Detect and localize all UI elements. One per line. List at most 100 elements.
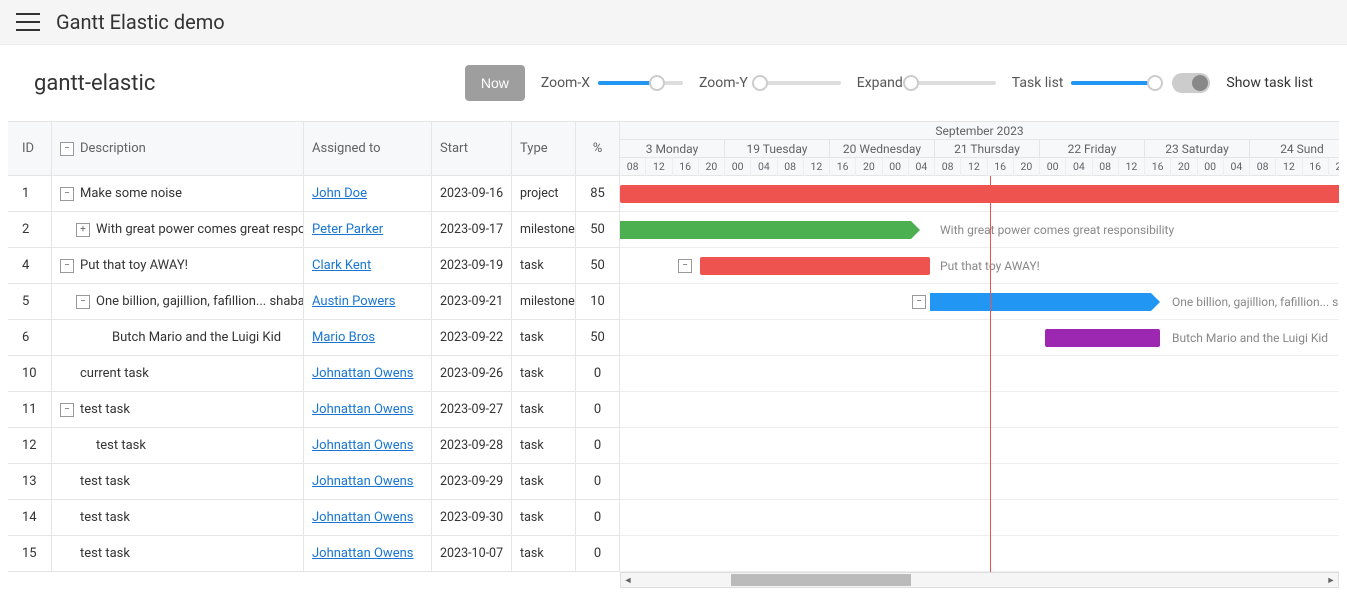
hour-tick: 20 <box>1014 158 1040 176</box>
tasklist-label: Task list <box>1012 75 1064 91</box>
task-type: task <box>512 536 576 571</box>
hour-tick: 16 <box>673 158 699 176</box>
assigned-link[interactable]: John Doe <box>312 186 367 201</box>
task-pct: 10 <box>576 284 620 319</box>
task-description: Put that toy AWAY! <box>80 258 188 273</box>
hour-tick: 12 <box>646 158 672 176</box>
hour-tick: 08 <box>1250 158 1276 176</box>
hour-tick: 20 <box>856 158 882 176</box>
gantt-bar[interactable] <box>930 293 1160 311</box>
hour-tick: 20 <box>699 158 725 176</box>
chart-expander[interactable]: − <box>678 259 692 273</box>
task-id: 6 <box>8 320 52 355</box>
show-tasklist-toggle[interactable] <box>1172 73 1210 93</box>
chart-row: −Put that toy AWAY! <box>620 248 1339 284</box>
table-row: 2+With great power comes great respo...P… <box>8 212 620 248</box>
scrollbar-thumb[interactable] <box>731 574 911 586</box>
show-tasklist-label: Show task list <box>1226 75 1313 91</box>
chart-row: − One billion, gajillion, fafillion... sh… <box>620 284 1339 320</box>
task-id: 10 <box>8 356 52 391</box>
chart-row <box>620 176 1339 212</box>
task-id: 12 <box>8 428 52 463</box>
horizontal-scrollbar[interactable]: ◄ ► <box>620 572 1339 588</box>
task-description: test task <box>96 438 146 453</box>
hour-tick: 00 <box>1040 158 1066 176</box>
row-expander[interactable]: − <box>60 259 74 273</box>
month-label: September 2023 <box>620 122 1339 140</box>
menu-icon[interactable] <box>16 13 40 31</box>
scroll-right-arrow[interactable]: ► <box>1324 573 1338 587</box>
hour-tick: 08 <box>935 158 961 176</box>
row-expander[interactable]: − <box>76 295 90 309</box>
task-pct: 0 <box>576 464 620 499</box>
table-row: 6 Butch Mario and the Luigi Kid Mario Bros… <box>8 320 620 356</box>
assigned-link[interactable]: Johnattan Owens <box>312 510 413 525</box>
col-assigned: Assigned to <box>304 122 432 175</box>
task-description: Butch Mario and the Luigi Kid <box>112 330 281 345</box>
task-type: task <box>512 500 576 535</box>
task-start: 2023-09-26 <box>432 356 512 391</box>
chart-expander[interactable]: − <box>912 295 926 309</box>
expand-slider[interactable] <box>911 81 996 85</box>
chart-row <box>620 536 1339 572</box>
gantt-bar[interactable] <box>620 185 1339 203</box>
task-pct: 0 <box>576 356 620 391</box>
hour-tick: 16 <box>830 158 856 176</box>
zoom-y-slider[interactable] <box>756 81 841 85</box>
task-pct: 50 <box>576 320 620 355</box>
row-expander[interactable]: − <box>60 403 74 417</box>
now-button[interactable]: Now <box>465 65 525 101</box>
tasklist-slider[interactable] <box>1071 81 1156 85</box>
task-id: 1 <box>8 176 52 211</box>
gantt-bar[interactable] <box>1045 329 1160 347</box>
col-description: Description <box>80 141 146 156</box>
hour-tick: 12 <box>804 158 830 176</box>
zoom-x-slider[interactable] <box>598 81 683 85</box>
task-description: current task <box>80 366 149 381</box>
col-pct: % <box>576 122 620 175</box>
assigned-link[interactable]: Johnattan Owens <box>312 474 413 489</box>
gantt-bar-label: Butch Mario and the Luigi Kid <box>1172 329 1328 347</box>
assigned-link[interactable]: Johnattan Owens <box>312 402 413 417</box>
table-row: 5−One billion, gajillion, fafillion... s… <box>8 284 620 320</box>
table-row: 10current taskJohnattan Owens2023-09-26t… <box>8 356 620 392</box>
task-description: test task <box>80 402 130 417</box>
gantt-bar[interactable] <box>620 221 920 239</box>
assigned-link[interactable]: Mario Bros <box>312 330 375 345</box>
task-start: 2023-09-27 <box>432 392 512 427</box>
hour-tick: 04 <box>1066 158 1092 176</box>
row-expander[interactable]: − <box>60 187 74 201</box>
task-type: task <box>512 464 576 499</box>
assigned-link[interactable]: Johnattan Owens <box>312 546 413 561</box>
assigned-link[interactable]: Clark Kent <box>312 258 371 273</box>
table-row: 15test taskJohnattan Owens2023-10-07task… <box>8 536 620 572</box>
assigned-link[interactable]: Johnattan Owens <box>312 366 413 381</box>
hour-tick: 08 <box>1093 158 1119 176</box>
hour-tick: 00 <box>725 158 751 176</box>
scroll-left-arrow[interactable]: ◄ <box>621 573 635 587</box>
chart-row <box>620 392 1339 428</box>
assigned-link[interactable]: Johnattan Owens <box>312 438 413 453</box>
hour-tick: 04 <box>1224 158 1250 176</box>
task-pct: 0 <box>576 428 620 463</box>
table-row: 14test taskJohnattan Owens2023-09-30task… <box>8 500 620 536</box>
row-expander[interactable]: + <box>76 223 90 237</box>
task-start: 2023-09-21 <box>432 284 512 319</box>
assigned-link[interactable]: Austin Powers <box>312 294 395 309</box>
day-header: 20 Wednesday <box>830 140 935 157</box>
expander-all[interactable]: − <box>60 142 74 156</box>
assigned-link[interactable]: Peter Parker <box>312 222 383 237</box>
task-start: 2023-09-22 <box>432 320 512 355</box>
hour-tick: 04 <box>751 158 777 176</box>
day-header: 3 Monday <box>620 140 725 157</box>
day-header: 21 Thursday <box>935 140 1040 157</box>
page-title: gantt-elastic <box>34 71 155 96</box>
timeline: September 2023 3 Monday19 Tuesday20 Wedn… <box>620 122 1339 572</box>
gantt-bar[interactable] <box>700 257 930 275</box>
gantt-bar-label: One billion, gajillion, fafillion... sha <box>1172 293 1339 311</box>
hour-tick: 08 <box>778 158 804 176</box>
hour-tick: 12 <box>961 158 987 176</box>
task-start: 2023-09-17 <box>432 212 512 247</box>
task-start: 2023-09-29 <box>432 464 512 499</box>
hour-tick: 00 <box>883 158 909 176</box>
